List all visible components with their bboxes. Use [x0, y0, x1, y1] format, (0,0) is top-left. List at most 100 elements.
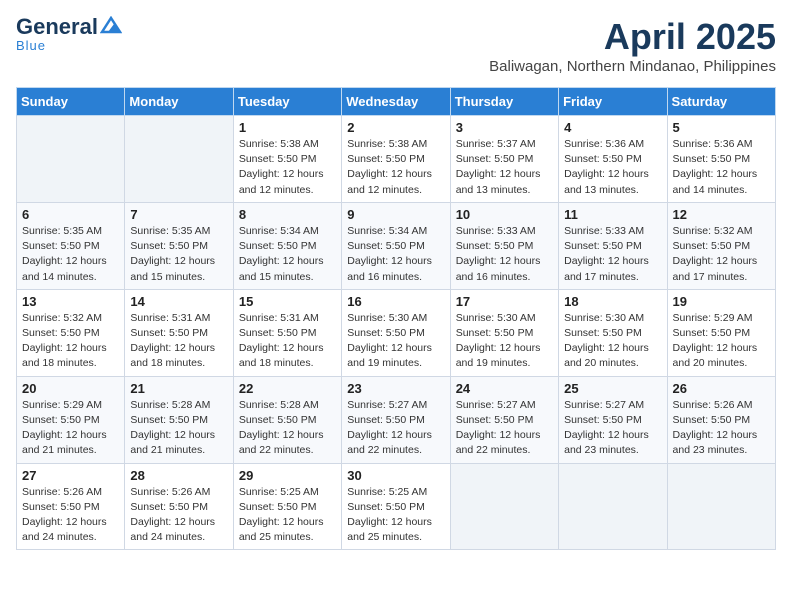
calendar-cell — [559, 463, 667, 550]
calendar-cell: 26 Sunrise: 5:26 AM Sunset: 5:50 PM Dayli… — [667, 376, 775, 463]
calendar-week-row: 20Sunrise: 5:29 AM Sunset: 5:50 PM Dayli… — [17, 376, 776, 463]
day-number: 2 — [347, 120, 444, 135]
day-info: Sunrise: 5:36 AM Sunset: 5:50 PM Dayligh… — [673, 137, 770, 198]
day-info: Sunrise: 5:31 AM Sunset: 5:50 PM Dayligh… — [130, 311, 227, 372]
calendar-cell: 12 Sunrise: 5:32 AM Sunset: 5:50 PM Dayli… — [667, 202, 775, 289]
calendar-cell: 3 Sunrise: 5:37 AM Sunset: 5:50 PM Daylig… — [450, 116, 558, 203]
day-info: Sunrise: 5:26 AM Sunset: 5:50 PM Dayligh… — [130, 485, 227, 546]
day-info: Sunrise: 5:28 AM Sunset: 5:50 PM Dayligh… — [239, 398, 336, 459]
weekday-header: Tuesday — [233, 88, 341, 116]
day-number: 15 — [239, 294, 336, 309]
month-year-title: April 2025 — [489, 16, 776, 58]
day-info: Sunrise: 5:27 AM Sunset: 5:50 PM Dayligh… — [564, 398, 661, 459]
day-number: 21 — [130, 381, 227, 396]
calendar-body: 1 Sunrise: 5:38 AM Sunset: 5:50 PM Daylig… — [17, 116, 776, 550]
day-number: 17 — [456, 294, 553, 309]
calendar-cell: 14Sunrise: 5:31 AM Sunset: 5:50 PM Dayli… — [125, 289, 233, 376]
day-info: Sunrise: 5:31 AM Sunset: 5:50 PM Dayligh… — [239, 311, 336, 372]
day-info: Sunrise: 5:33 AM Sunset: 5:50 PM Dayligh… — [564, 224, 661, 285]
day-info: Sunrise: 5:29 AM Sunset: 5:50 PM Dayligh… — [673, 311, 770, 372]
calendar-cell: 10Sunrise: 5:33 AM Sunset: 5:50 PM Dayli… — [450, 202, 558, 289]
calendar-cell — [450, 463, 558, 550]
day-number: 30 — [347, 468, 444, 483]
calendar-cell: 15 Sunrise: 5:31 AM Sunset: 5:50 PM Dayli… — [233, 289, 341, 376]
day-info: Sunrise: 5:37 AM Sunset: 5:50 PM Dayligh… — [456, 137, 553, 198]
day-info: Sunrise: 5:32 AM Sunset: 5:50 PM Dayligh… — [22, 311, 119, 372]
page-header: General Blue April 2025 Baliwagan, North… — [16, 16, 776, 75]
day-number: 6 — [22, 207, 119, 222]
day-number: 9 — [347, 207, 444, 222]
weekday-header: Sunday — [17, 88, 125, 116]
day-number: 7 — [130, 207, 227, 222]
day-info: Sunrise: 5:30 AM Sunset: 5:50 PM Dayligh… — [347, 311, 444, 372]
logo-blue: Blue — [16, 38, 46, 53]
calendar-cell: 1 Sunrise: 5:38 AM Sunset: 5:50 PM Daylig… — [233, 116, 341, 203]
day-info: Sunrise: 5:35 AM Sunset: 5:50 PM Dayligh… — [22, 224, 119, 285]
calendar-cell: 28 Sunrise: 5:26 AM Sunset: 5:50 PM Dayli… — [125, 463, 233, 550]
calendar-cell: 16Sunrise: 5:30 AM Sunset: 5:50 PM Dayli… — [342, 289, 450, 376]
calendar-week-row: 13 Sunrise: 5:32 AM Sunset: 5:50 PM Dayli… — [17, 289, 776, 376]
day-number: 27 — [22, 468, 119, 483]
day-info: Sunrise: 5:27 AM Sunset: 5:50 PM Dayligh… — [347, 398, 444, 459]
day-info: Sunrise: 5:28 AM Sunset: 5:50 PM Dayligh… — [130, 398, 227, 459]
day-number: 23 — [347, 381, 444, 396]
day-number: 20 — [22, 381, 119, 396]
calendar-cell: 21 Sunrise: 5:28 AM Sunset: 5:50 PM Dayli… — [125, 376, 233, 463]
calendar-cell: 6 Sunrise: 5:35 AM Sunset: 5:50 PM Daylig… — [17, 202, 125, 289]
day-number: 12 — [673, 207, 770, 222]
calendar-week-row: 1 Sunrise: 5:38 AM Sunset: 5:50 PM Daylig… — [17, 116, 776, 203]
day-number: 24 — [456, 381, 553, 396]
title-block: April 2025 Baliwagan, Northern Mindanao,… — [489, 16, 776, 75]
calendar-cell: 29Sunrise: 5:25 AM Sunset: 5:50 PM Dayli… — [233, 463, 341, 550]
weekday-header: Wednesday — [342, 88, 450, 116]
day-number: 19 — [673, 294, 770, 309]
calendar-cell: 4 Sunrise: 5:36 AM Sunset: 5:50 PM Daylig… — [559, 116, 667, 203]
day-number: 5 — [673, 120, 770, 135]
day-number: 25 — [564, 381, 661, 396]
weekday-header: Friday — [559, 88, 667, 116]
calendar-table: SundayMondayTuesdayWednesdayThursdayFrid… — [16, 87, 776, 550]
day-number: 8 — [239, 207, 336, 222]
day-info: Sunrise: 5:27 AM Sunset: 5:50 PM Dayligh… — [456, 398, 553, 459]
calendar-cell — [667, 463, 775, 550]
location-subtitle: Baliwagan, Northern Mindanao, Philippine… — [489, 58, 776, 75]
calendar-cell: 19 Sunrise: 5:29 AM Sunset: 5:50 PM Dayli… — [667, 289, 775, 376]
calendar-cell: 9 Sunrise: 5:34 AM Sunset: 5:50 PM Daylig… — [342, 202, 450, 289]
day-number: 18 — [564, 294, 661, 309]
calendar-cell: 8 Sunrise: 5:34 AM Sunset: 5:50 PM Daylig… — [233, 202, 341, 289]
calendar-cell: 13 Sunrise: 5:32 AM Sunset: 5:50 PM Dayli… — [17, 289, 125, 376]
day-info: Sunrise: 5:34 AM Sunset: 5:50 PM Dayligh… — [347, 224, 444, 285]
day-info: Sunrise: 5:36 AM Sunset: 5:50 PM Dayligh… — [564, 137, 661, 198]
day-number: 3 — [456, 120, 553, 135]
day-number: 4 — [564, 120, 661, 135]
day-info: Sunrise: 5:38 AM Sunset: 5:50 PM Dayligh… — [347, 137, 444, 198]
day-info: Sunrise: 5:26 AM Sunset: 5:50 PM Dayligh… — [673, 398, 770, 459]
day-info: Sunrise: 5:30 AM Sunset: 5:50 PM Dayligh… — [564, 311, 661, 372]
day-info: Sunrise: 5:25 AM Sunset: 5:50 PM Dayligh… — [239, 485, 336, 546]
day-info: Sunrise: 5:32 AM Sunset: 5:50 PM Dayligh… — [673, 224, 770, 285]
calendar-cell: 5 Sunrise: 5:36 AM Sunset: 5:50 PM Daylig… — [667, 116, 775, 203]
day-info: Sunrise: 5:34 AM Sunset: 5:50 PM Dayligh… — [239, 224, 336, 285]
calendar-cell: 24 Sunrise: 5:27 AM Sunset: 5:50 PM Dayli… — [450, 376, 558, 463]
calendar-cell: 20Sunrise: 5:29 AM Sunset: 5:50 PM Dayli… — [17, 376, 125, 463]
calendar-cell — [125, 116, 233, 203]
day-info: Sunrise: 5:25 AM Sunset: 5:50 PM Dayligh… — [347, 485, 444, 546]
day-number: 13 — [22, 294, 119, 309]
day-info: Sunrise: 5:38 AM Sunset: 5:50 PM Dayligh… — [239, 137, 336, 198]
calendar-cell: 11Sunrise: 5:33 AM Sunset: 5:50 PM Dayli… — [559, 202, 667, 289]
calendar-week-row: 27 Sunrise: 5:26 AM Sunset: 5:50 PM Dayli… — [17, 463, 776, 550]
calendar-week-row: 6 Sunrise: 5:35 AM Sunset: 5:50 PM Daylig… — [17, 202, 776, 289]
calendar-cell: 18 Sunrise: 5:30 AM Sunset: 5:50 PM Dayli… — [559, 289, 667, 376]
weekday-header: Saturday — [667, 88, 775, 116]
calendar-cell: 17 Sunrise: 5:30 AM Sunset: 5:50 PM Dayli… — [450, 289, 558, 376]
calendar-cell: 30 Sunrise: 5:25 AM Sunset: 5:50 PM Dayli… — [342, 463, 450, 550]
calendar-cell: 2 Sunrise: 5:38 AM Sunset: 5:50 PM Daylig… — [342, 116, 450, 203]
day-number: 1 — [239, 120, 336, 135]
day-number: 28 — [130, 468, 227, 483]
calendar-cell: 23 Sunrise: 5:27 AM Sunset: 5:50 PM Dayli… — [342, 376, 450, 463]
logo-general: General — [16, 16, 98, 38]
weekday-header: Thursday — [450, 88, 558, 116]
day-number: 26 — [673, 381, 770, 396]
day-number: 22 — [239, 381, 336, 396]
day-info: Sunrise: 5:30 AM Sunset: 5:50 PM Dayligh… — [456, 311, 553, 372]
